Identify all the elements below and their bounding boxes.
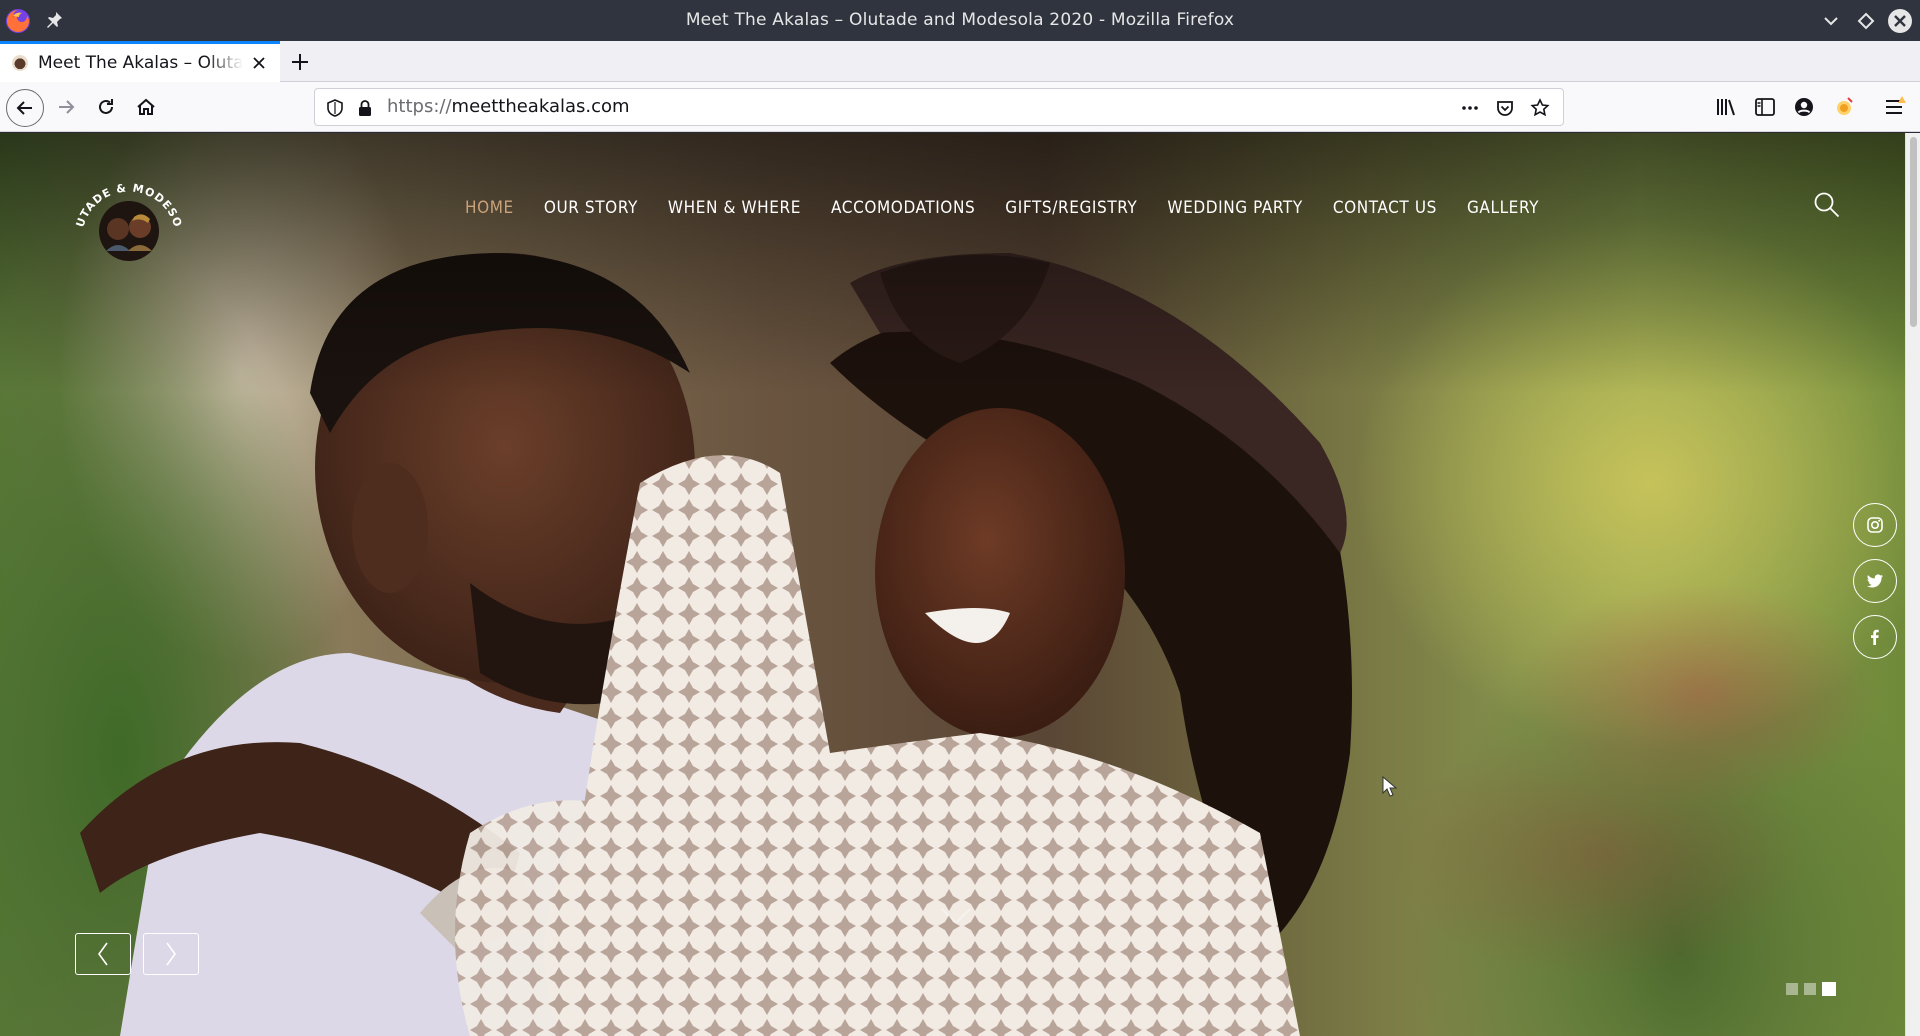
maximize-icon[interactable]: [1853, 8, 1879, 34]
chevron-left-icon: [98, 942, 108, 966]
instagram-button[interactable]: [1853, 503, 1897, 547]
bookmark-star-icon[interactable]: [1530, 98, 1550, 118]
mouse-cursor-icon: [1382, 776, 1398, 797]
hero-top-shade: [0, 133, 1905, 393]
reload-icon: [99, 99, 113, 114]
account-icon[interactable]: [1792, 95, 1816, 119]
slide-dot-3[interactable]: [1822, 982, 1836, 996]
url-bar[interactable]: https://meettheakalas.com: [314, 88, 1564, 126]
extension-icon[interactable]: [1832, 95, 1856, 119]
nav-gifts-registry[interactable]: GIFTS/REGISTRY: [990, 193, 1152, 223]
nav-contact-us[interactable]: CONTACT US: [1318, 193, 1452, 223]
nav-home[interactable]: HOME: [450, 193, 529, 223]
facebook-icon: [1871, 629, 1879, 645]
minimize-icon[interactable]: [1818, 8, 1844, 34]
search-icon[interactable]: [1813, 191, 1841, 219]
library-icon[interactable]: [1714, 95, 1738, 119]
url-host: meettheakalas.com: [451, 96, 630, 117]
reload-button[interactable]: [90, 91, 122, 123]
sidebar-icon[interactable]: [1753, 95, 1777, 119]
hero-slider: OLUTADE & MODESOLA HOME OUR STORY WHEN &…: [0, 133, 1905, 1036]
close-window-icon[interactable]: [1887, 8, 1913, 34]
tab-label: Meet The Akalas – Olutade and Modesola 2…: [38, 53, 243, 73]
site-logo[interactable]: OLUTADE & MODESOLA: [70, 153, 188, 271]
facebook-button[interactable]: [1853, 615, 1897, 659]
chevron-right-icon: [166, 942, 176, 966]
new-tab-icon[interactable]: [288, 50, 312, 74]
page-actions-icon[interactable]: [1460, 98, 1480, 118]
instagram-icon: [1867, 517, 1883, 533]
tracking-shield-icon[interactable]: [325, 98, 345, 118]
forward-arrow-icon: [59, 100, 75, 114]
nav-when-where[interactable]: WHEN & WHERE: [653, 193, 816, 223]
back-button[interactable]: [6, 89, 44, 127]
scrollbar-thumb[interactable]: [1910, 137, 1917, 327]
pocket-icon[interactable]: [1495, 98, 1515, 118]
menu-icon[interactable]: [1883, 95, 1907, 119]
tab-meet-the-akalas[interactable]: Meet The Akalas – Olutade and Modesola 2…: [0, 41, 280, 82]
nav-wedding-party[interactable]: WEDDING PARTY: [1152, 193, 1317, 223]
back-arrow-icon: [16, 101, 32, 115]
window-titlebar: Meet The Akalas – Olutade and Modesola 2…: [0, 0, 1920, 41]
nav-gallery[interactable]: GALLERY: [1452, 193, 1554, 223]
nav-accomodations[interactable]: ACCOMODATIONS: [816, 193, 990, 223]
window-title: Meet The Akalas – Olutade and Modesola 2…: [685, 10, 1235, 30]
site-favicon-icon: [12, 55, 28, 71]
home-icon: [137, 98, 155, 115]
slide-prev-button[interactable]: [75, 933, 131, 975]
page-scrollbar[interactable]: [1905, 133, 1920, 1036]
slide-dot-1[interactable]: [1786, 983, 1798, 995]
twitter-icon: [1867, 574, 1883, 588]
url-scheme: https://: [387, 96, 452, 117]
url-text[interactable]: https://meettheakalas.com: [387, 89, 630, 125]
close-tab-icon[interactable]: [250, 54, 268, 72]
page-viewport: OLUTADE & MODESOLA HOME OUR STORY WHEN &…: [0, 133, 1920, 1036]
nav-toolbar: https://meettheakalas.com: [0, 82, 1920, 132]
tab-strip: Meet The Akalas – Olutade and Modesola 2…: [0, 41, 1920, 82]
site-nav: HOME OUR STORY WHEN & WHERE ACCOMODATION…: [450, 193, 1554, 223]
nav-our-story[interactable]: OUR STORY: [529, 193, 653, 223]
forward-button[interactable]: [50, 91, 82, 123]
home-button[interactable]: [130, 91, 162, 123]
scroll-down-chevron-icon[interactable]: [936, 903, 976, 929]
lock-icon[interactable]: [355, 98, 375, 118]
slide-dot-2[interactable]: [1804, 983, 1816, 995]
twitter-button[interactable]: [1853, 559, 1897, 603]
slide-next-button[interactable]: [143, 933, 199, 975]
slider-pagination: [1786, 982, 1836, 996]
